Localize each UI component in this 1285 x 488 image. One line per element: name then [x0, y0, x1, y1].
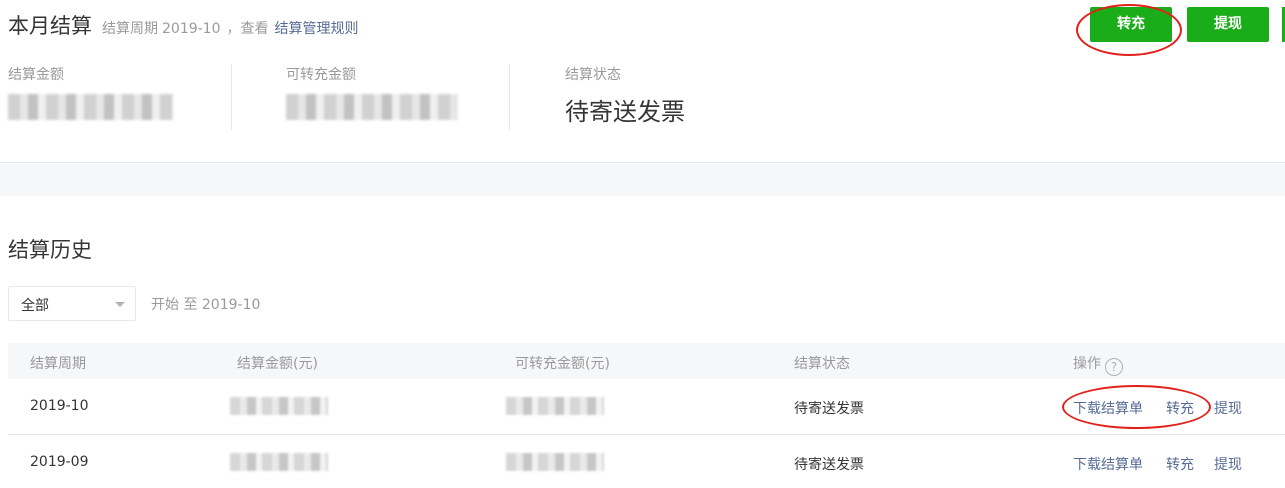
status-filter-value: 全部 — [21, 298, 49, 314]
row-period: 2019-10 — [30, 398, 89, 414]
period-info: 结算周期 2019-10 ，查看 — [102, 18, 269, 38]
settle-amount-value-redacted — [8, 94, 173, 120]
chevron-down-icon — [115, 302, 125, 307]
table-header: 结算周期 结算金额(元) 可转充金额(元) 结算状态 操作? — [8, 343, 1285, 379]
period-separator: ，查看 — [226, 21, 269, 37]
row-transferable-amount-redacted — [506, 397, 604, 415]
page-title: 本月结算 — [8, 14, 92, 38]
column-actions: 操作? — [1073, 353, 1123, 376]
transfer-button[interactable]: 转充 — [1090, 7, 1172, 42]
settle-amount-stat: 结算金额 — [8, 64, 173, 130]
column-transferable-amount: 可转充金额(元) — [515, 356, 610, 372]
transferable-amount-label: 可转充金额 — [286, 67, 356, 83]
title-row: 本月结算 结算周期 2019-10 ，查看 结算管理规则 — [8, 10, 359, 40]
settle-status-label: 结算状态 — [565, 67, 621, 83]
row-withdraw-link[interactable]: 提现 — [1214, 454, 1242, 474]
row-period: 2019-09 — [30, 454, 89, 470]
settle-status-value: 待寄送发票 — [565, 98, 685, 126]
row-transferable-amount-redacted — [506, 453, 604, 471]
download-statement-link[interactable]: 下载结算单 — [1073, 398, 1143, 418]
transferable-amount-value-redacted — [286, 94, 458, 120]
settlement-page: 本月结算 结算周期 2019-10 ，查看 结算管理规则 转充 提现 结算金额 可转… — [0, 0, 1285, 488]
row-status: 待寄送发票 — [794, 401, 864, 417]
row-status: 待寄送发票 — [794, 457, 864, 473]
column-settle-amount: 结算金额(元) — [237, 356, 318, 372]
table-row: 2019-10 待寄送发票 下载结算单 转充 提现 — [8, 379, 1285, 435]
row-settle-amount-redacted — [230, 453, 328, 471]
settlement-stats: 结算金额 可转充金额 结算状态 待寄送发票 — [0, 64, 760, 130]
period-value: 2019-10 — [162, 21, 221, 37]
row-settle-amount-redacted — [230, 397, 328, 415]
column-period: 结算周期 — [30, 356, 86, 372]
section-gap — [0, 164, 1285, 196]
history-title: 结算历史 — [8, 238, 92, 262]
row-withdraw-link[interactable]: 提现 — [1214, 398, 1242, 418]
column-actions-label: 操作 — [1073, 356, 1101, 372]
row-transfer-link[interactable]: 转充 — [1166, 398, 1194, 418]
transferable-amount-stat: 可转充金额 — [286, 64, 458, 130]
stat-divider — [509, 64, 510, 130]
stat-divider — [231, 64, 232, 130]
question-circle-icon[interactable]: ? — [1105, 358, 1123, 376]
status-filter-select[interactable]: 全部 — [8, 286, 136, 321]
column-status: 结算状态 — [794, 356, 850, 372]
download-statement-link[interactable]: 下载结算单 — [1073, 454, 1143, 474]
table-row: 2019-09 待寄送发票 下载结算单 转充 提现 — [8, 435, 1285, 488]
date-range-text: 开始 至 2019-10 — [151, 297, 261, 313]
settle-amount-label: 结算金额 — [8, 67, 64, 83]
settle-status-stat: 结算状态 待寄送发票 — [565, 64, 685, 130]
settlement-rules-link[interactable]: 结算管理规则 — [275, 18, 359, 38]
withdraw-button[interactable]: 提现 — [1187, 7, 1269, 42]
current-settlement-panel: 本月结算 结算周期 2019-10 ，查看 结算管理规则 转充 提现 结算金额 可转… — [0, 0, 1285, 163]
period-label: 结算周期 — [102, 21, 158, 37]
row-transfer-link[interactable]: 转充 — [1166, 454, 1194, 474]
